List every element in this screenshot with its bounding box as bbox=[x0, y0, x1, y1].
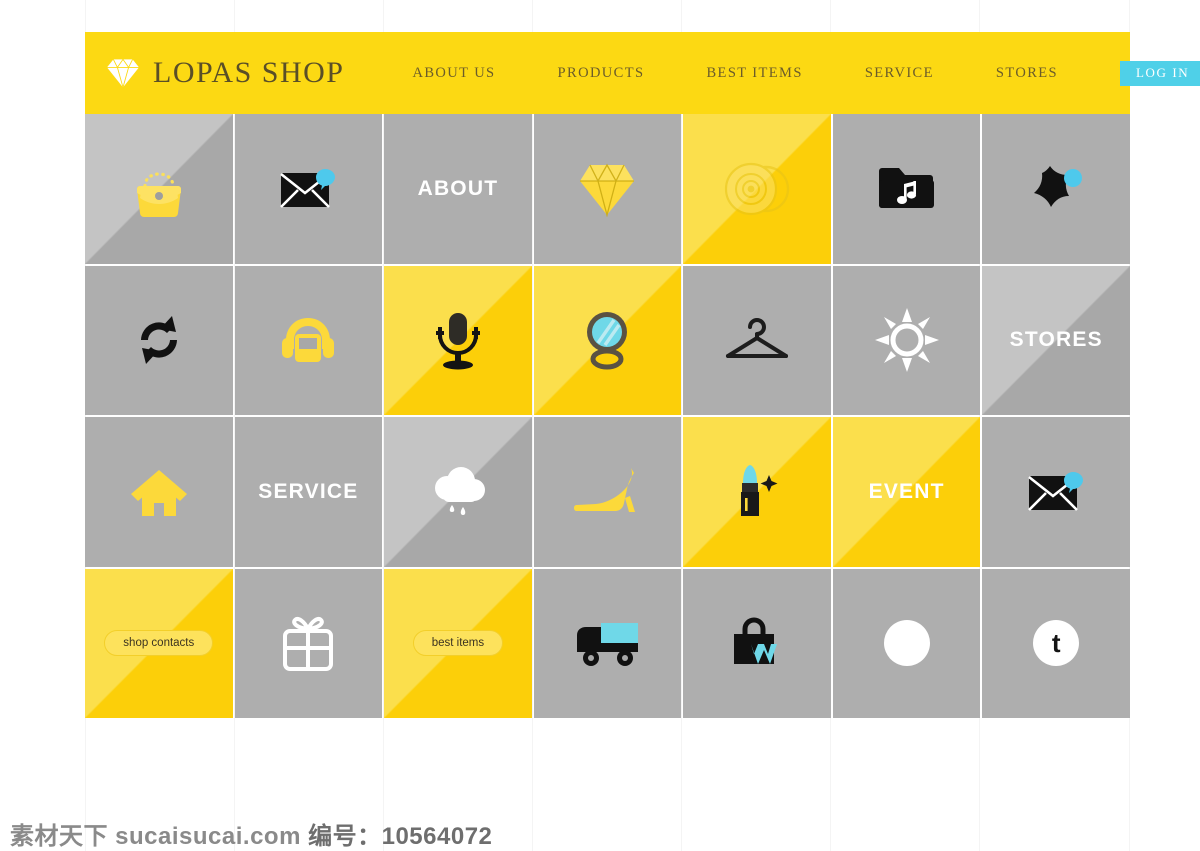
tile-facebook[interactable]: t bbox=[982, 568, 1130, 718]
handbag-icon bbox=[136, 172, 181, 217]
nav-item-about-us[interactable]: ABOUT US bbox=[412, 65, 495, 82]
tile-hand-mirror[interactable] bbox=[533, 265, 682, 415]
tile-gift[interactable] bbox=[234, 568, 383, 718]
tile-label-service: SERVICE bbox=[258, 479, 359, 503]
tile-service[interactable]: SERVICE bbox=[234, 417, 383, 567]
nav-item-products[interactable]: PRODUCTS bbox=[558, 65, 645, 82]
tile-about[interactable]: ABOUT bbox=[384, 114, 532, 264]
cd-disc-icon bbox=[724, 162, 790, 215]
watermark-number: 编号：10564072 bbox=[308, 823, 493, 850]
tile-mail-2[interactable] bbox=[982, 417, 1130, 567]
delivery-truck-icon bbox=[577, 623, 639, 667]
watermark-site: 素材天下 sucaisucai.com bbox=[10, 823, 301, 850]
nav-links: ABOUT US PRODUCTS BEST ITEMS SERVICE STO… bbox=[412, 60, 1200, 86]
brand-logo[interactable]: LOPAS SHOP bbox=[103, 56, 344, 90]
best-items-button[interactable]: best items bbox=[412, 630, 504, 657]
high-heel-shoe-icon bbox=[574, 467, 636, 512]
diamond-icon bbox=[107, 58, 139, 89]
diamond-icon bbox=[580, 163, 635, 217]
lipstick-icon bbox=[741, 464, 778, 516]
refresh-sync-icon bbox=[140, 316, 177, 365]
tile-handbag[interactable] bbox=[85, 114, 233, 264]
tile-stores[interactable]: STORES bbox=[982, 265, 1130, 415]
star-favorite-icon bbox=[1034, 165, 1083, 207]
sun-icon bbox=[874, 308, 939, 373]
page-root: LOPAS SHOP ABOUT US PRODUCTS BEST ITEMS … bbox=[0, 0, 1200, 851]
tile-sun[interactable] bbox=[832, 265, 981, 415]
microphone-icon bbox=[435, 313, 480, 370]
tile-music-folder[interactable] bbox=[832, 114, 981, 264]
tile-high-heel[interactable] bbox=[533, 417, 682, 567]
tile-home[interactable] bbox=[85, 417, 233, 567]
tile-cd-disc[interactable] bbox=[683, 114, 831, 264]
tile-event[interactable]: EVENT bbox=[832, 417, 981, 567]
main-navbar: LOPAS SHOP ABOUT US PRODUCTS BEST ITEMS … bbox=[85, 32, 1200, 114]
tile-microphone[interactable] bbox=[384, 265, 532, 415]
headphones-icon bbox=[282, 318, 335, 363]
mail-envelope-icon bbox=[280, 168, 336, 208]
twitter-icon[interactable] bbox=[883, 620, 930, 667]
mail-envelope-icon bbox=[1028, 471, 1084, 511]
facebook-icon[interactable]: t bbox=[1033, 620, 1080, 667]
tile-hanger[interactable] bbox=[683, 265, 831, 415]
facebook-glyph: t bbox=[1051, 628, 1061, 659]
tile-shopping-bag-won[interactable] bbox=[683, 568, 831, 718]
brand-name: LOPAS SHOP bbox=[153, 56, 345, 89]
nav-item-service[interactable]: SERVICE bbox=[865, 65, 934, 82]
tile-mail[interactable] bbox=[234, 114, 383, 264]
tile-star-favorite[interactable] bbox=[982, 114, 1130, 264]
shop-contacts-button[interactable]: shop contacts bbox=[104, 630, 214, 657]
tile-best-items[interactable]: best items bbox=[384, 568, 532, 718]
tile-shop-contacts[interactable]: shop contacts bbox=[85, 568, 233, 718]
music-folder-icon bbox=[878, 167, 934, 208]
tile-label-about: ABOUT bbox=[417, 176, 499, 200]
tile-headphones[interactable] bbox=[234, 265, 383, 415]
tile-label-stores: STORES bbox=[1009, 328, 1103, 352]
tile-lipstick[interactable] bbox=[683, 417, 831, 567]
tile-rain-cloud[interactable] bbox=[384, 417, 532, 567]
clothes-hanger-icon bbox=[726, 318, 789, 359]
nav-item-stores[interactable]: STORES bbox=[996, 65, 1058, 82]
gift-box-icon bbox=[283, 617, 334, 672]
tile-twitter[interactable] bbox=[832, 568, 981, 718]
icon-tile-grid: ABOUT STORES SERVICE EVENT shop contacts… bbox=[85, 114, 1130, 718]
hand-mirror-icon bbox=[587, 312, 628, 370]
tile-refresh[interactable] bbox=[85, 265, 233, 415]
tile-diamond[interactable] bbox=[533, 114, 682, 264]
shopping-bag-won-icon bbox=[734, 617, 778, 665]
home-icon bbox=[130, 469, 187, 516]
tile-label-event: EVENT bbox=[868, 479, 945, 503]
tile-delivery-truck[interactable] bbox=[533, 568, 682, 718]
watermark: 素材天下 sucaisucai.com 编号：10564072 bbox=[10, 816, 492, 851]
rain-cloud-icon bbox=[434, 466, 485, 515]
login-button[interactable]: LOG IN bbox=[1120, 60, 1200, 86]
nav-item-best-items[interactable]: BEST ITEMS bbox=[706, 65, 802, 82]
